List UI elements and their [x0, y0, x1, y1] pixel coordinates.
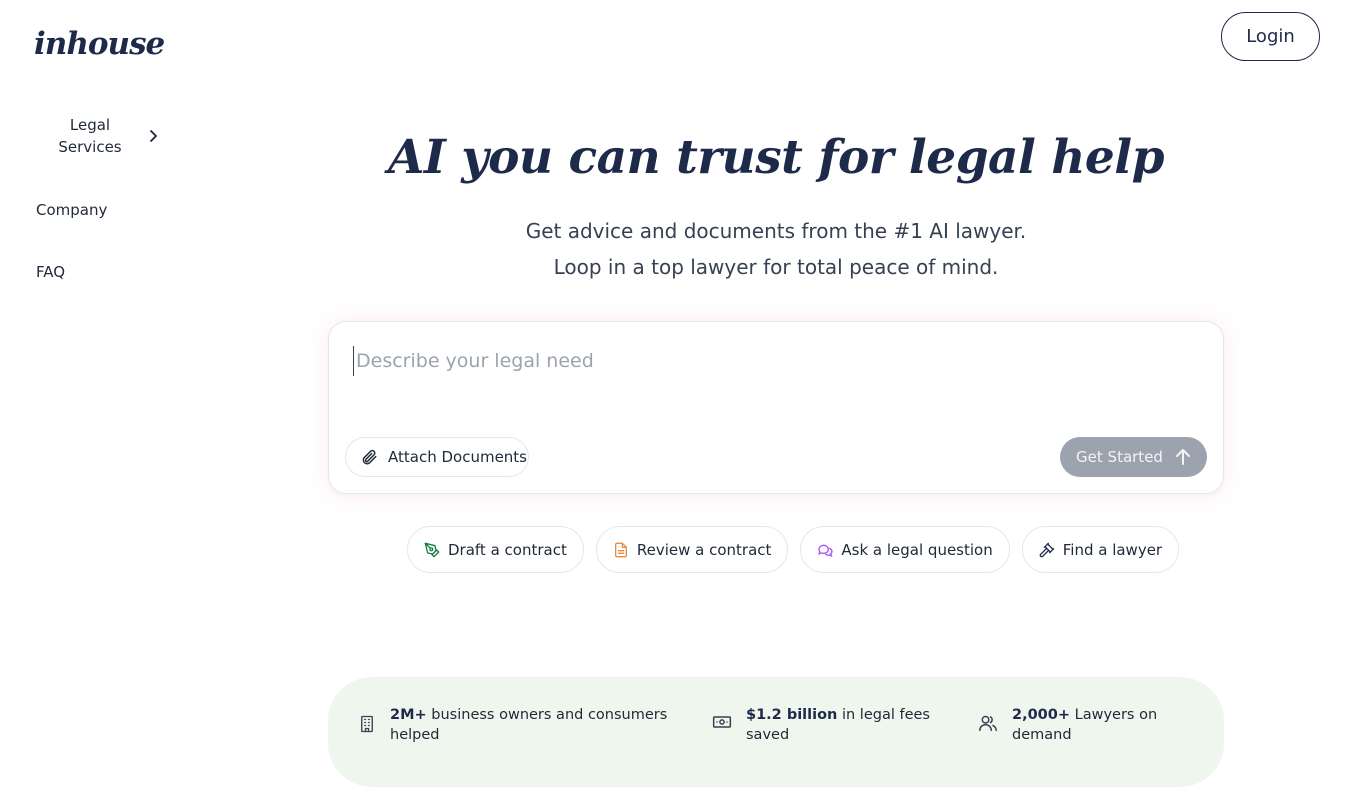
- paperclip-icon: [360, 448, 378, 466]
- hero-subtitle-line1: Get advice and documents from the #1 AI …: [525, 219, 1027, 243]
- stat-fees: $1.2 billion in legal fees saved: [712, 705, 952, 745]
- banknote-icon: [712, 705, 732, 730]
- stats-banner: 2M+ business owners and consumers helped…: [328, 677, 1224, 787]
- review-contract-label: Review a contract: [636, 540, 772, 559]
- hero-subtitle-line2: Loop in a top lawyer for total peace of …: [553, 255, 999, 279]
- prompt-box: Attach Documents Get Started: [328, 321, 1224, 494]
- get-started-label: Get Started: [1076, 448, 1163, 466]
- stat-users-text: 2M+ business owners and consumers helped: [390, 705, 678, 745]
- ask-legal-question-chip[interactable]: Ask a legal question: [800, 526, 1010, 573]
- legal-need-input[interactable]: [353, 346, 1193, 376]
- gavel-icon: [1039, 542, 1055, 558]
- nav-legal-services[interactable]: Legal Services: [36, 114, 166, 158]
- find-lawyer-label: Find a lawyer: [1062, 540, 1163, 559]
- draft-contract-label: Draft a contract: [448, 540, 567, 559]
- quick-actions: Draft a contract Review a contract Ask a…: [407, 526, 1180, 573]
- get-started-button[interactable]: Get Started: [1060, 437, 1207, 477]
- nav-faq[interactable]: FAQ: [36, 263, 65, 281]
- users-icon: [978, 705, 998, 732]
- ask-legal-question-label: Ask a legal question: [841, 540, 993, 559]
- pen-nib-icon: [424, 542, 440, 558]
- stat-users-highlight: 2M+: [390, 707, 427, 723]
- stat-lawyers-highlight: 2,000+: [1012, 707, 1071, 723]
- find-lawyer-chip[interactable]: Find a lawyer: [1021, 526, 1180, 573]
- stat-fees-highlight: $1.2 billion: [746, 707, 838, 723]
- document-icon: [613, 542, 629, 558]
- stat-users: 2M+ business owners and consumers helped: [358, 705, 678, 745]
- nav-company[interactable]: Company: [36, 201, 107, 219]
- login-button[interactable]: Login: [1221, 12, 1320, 61]
- stat-users-desc: business owners and consumers helped: [390, 707, 668, 743]
- attach-documents-button[interactable]: Attach Documents: [345, 437, 529, 477]
- review-contract-chip[interactable]: Review a contract: [595, 526, 789, 573]
- stat-lawyers-text: 2,000+ Lawyers on demand: [1012, 705, 1198, 745]
- inhouse-logo[interactable]: inhouse: [34, 26, 165, 62]
- arrow-up-icon: [1175, 448, 1191, 466]
- chevron-right-icon: [148, 129, 160, 143]
- stat-fees-text: $1.2 billion in legal fees saved: [746, 705, 952, 745]
- stat-lawyers: 2,000+ Lawyers on demand: [978, 705, 1198, 745]
- hero-title: AI you can trust for legal help: [387, 130, 1165, 185]
- building-icon: [358, 705, 376, 734]
- nav-legal-services-label: Legal Services: [58, 116, 122, 156]
- attach-documents-label: Attach Documents: [388, 448, 527, 466]
- draft-contract-chip[interactable]: Draft a contract: [407, 526, 584, 573]
- chat-bubbles-icon: [817, 542, 834, 558]
